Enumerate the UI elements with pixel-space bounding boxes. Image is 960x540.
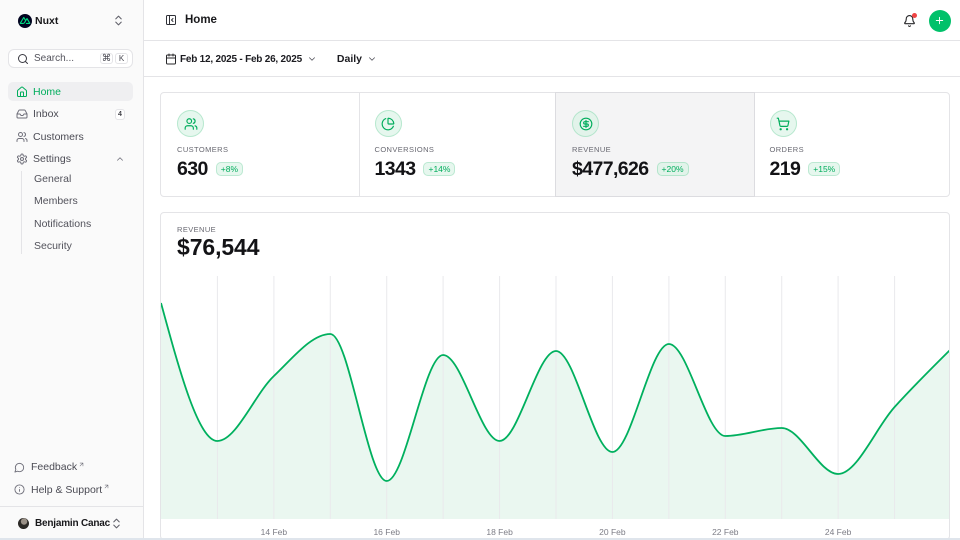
svg-text:20 Feb: 20 Feb xyxy=(599,527,626,537)
svg-text:16 Feb: 16 Feb xyxy=(373,527,400,537)
svg-text:14 Feb: 14 Feb xyxy=(261,527,288,537)
svg-text:22 Feb: 22 Feb xyxy=(712,527,739,537)
svg-text:18 Feb: 18 Feb xyxy=(486,527,513,537)
svg-text:24 Feb: 24 Feb xyxy=(825,527,852,537)
